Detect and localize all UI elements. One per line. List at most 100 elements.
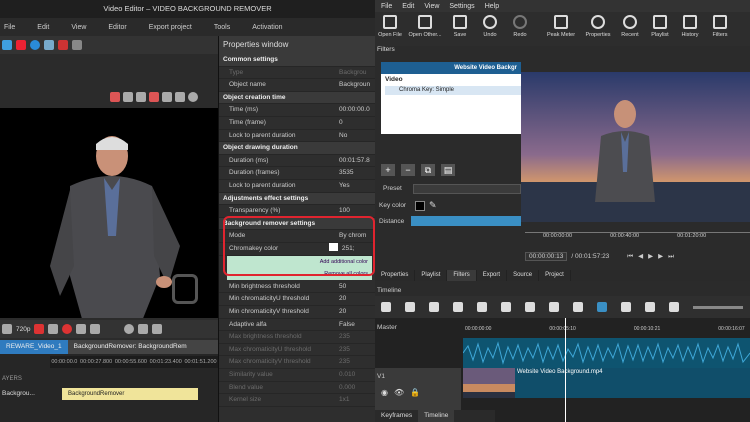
property-row[interactable]: Lock to parent duration Yes: [219, 180, 376, 193]
property-value[interactable]: 0.000: [337, 382, 376, 394]
recent-button[interactable]: Recent: [615, 15, 645, 38]
property-row[interactable]: Object name Backgroun: [219, 79, 376, 92]
next-frame-icon[interactable]: [90, 324, 101, 334]
property-row[interactable]: Lock to parent duration No: [219, 130, 376, 143]
history-button[interactable]: History: [675, 15, 705, 38]
add-filter-button[interactable]: +: [381, 164, 395, 176]
prev-frame-icon[interactable]: [76, 324, 87, 334]
new-icon[interactable]: [2, 40, 12, 50]
track-name[interactable]: Backgrou...: [2, 390, 50, 397]
key-color-swatch[interactable]: [415, 201, 425, 211]
menu-settings[interactable]: Settings: [449, 3, 474, 10]
peak-meter-button[interactable]: Peak Meter: [541, 15, 581, 38]
tab-project[interactable]: Project: [539, 270, 571, 281]
mark-icon[interactable]: [152, 324, 163, 334]
paste-icon[interactable]: [453, 302, 463, 312]
record-button-icon[interactable]: [62, 324, 73, 334]
menu-file[interactable]: File: [381, 3, 392, 10]
menu-file[interactable]: File: [4, 24, 15, 31]
property-value[interactable]: 235: [337, 344, 376, 356]
menu-editor[interactable]: Editor: [108, 24, 126, 31]
property-value[interactable]: False: [337, 319, 376, 331]
property-row[interactable]: Time (frame) 0: [219, 117, 376, 130]
tab-properties[interactable]: Properties: [375, 270, 416, 281]
redo-icon[interactable]: [72, 40, 82, 50]
track-controls-icon[interactable]: ◉👁🔒: [381, 388, 426, 397]
property-row[interactable]: Min chromaticityV threshold 20: [219, 306, 376, 319]
properties-button[interactable]: Properties: [581, 15, 615, 38]
menu-edit[interactable]: Edit: [402, 3, 414, 10]
menu-icon[interactable]: [381, 302, 391, 312]
paste-filter-button[interactable]: ▤: [441, 164, 455, 176]
property-value[interactable]: 00:00:00.0: [337, 104, 376, 116]
menu-view[interactable]: View: [424, 3, 439, 10]
distance-slider[interactable]: [411, 216, 521, 226]
cut-icon[interactable]: [138, 324, 149, 334]
transport-buttons-icon[interactable]: ⏮◀▶▶⏭: [627, 252, 679, 261]
lift-icon[interactable]: [525, 302, 535, 312]
menu-export[interactable]: Export project: [149, 24, 192, 31]
tab-export[interactable]: Export: [477, 270, 508, 281]
stop-icon[interactable]: [48, 324, 59, 334]
property-value[interactable]: Backgrou: [337, 67, 376, 79]
preset-select[interactable]: [413, 184, 521, 194]
property-value[interactable]: 20: [337, 306, 376, 318]
snap-icon[interactable]: [149, 92, 159, 102]
tab-source[interactable]: Source: [507, 270, 540, 281]
menu-tools[interactable]: Tools: [214, 24, 230, 31]
zoom-icon[interactable]: [2, 324, 12, 334]
tab-keyframes[interactable]: Keyframes: [375, 410, 418, 422]
property-row[interactable]: Max chromaticityU threshold 235: [219, 344, 376, 357]
record-icon[interactable]: [30, 40, 40, 50]
property-value[interactable]: No: [337, 130, 376, 142]
property-value[interactable]: 235: [337, 331, 376, 343]
copy-icon[interactable]: [429, 302, 439, 312]
filters-button[interactable]: Filters: [705, 15, 735, 38]
zoom-slider[interactable]: [693, 305, 743, 309]
playlist-button[interactable]: Playlist: [645, 15, 675, 38]
property-value[interactable]: Backgroun: [337, 79, 376, 91]
property-value[interactable]: 1x1: [337, 394, 376, 406]
remove-filter-button[interactable]: −: [401, 164, 415, 176]
property-value[interactable]: 235: [337, 356, 376, 368]
property-row[interactable]: Duration (ms) 00:01:57.8: [219, 155, 376, 168]
property-row[interactable]: Duration (frames) 3535: [219, 167, 376, 180]
settings-icon[interactable]: [188, 92, 198, 102]
property-value[interactable]: 50: [337, 281, 376, 293]
preview-area[interactable]: [0, 108, 218, 318]
property-row[interactable]: Min chromaticityU threshold 20: [219, 293, 376, 306]
tab-filters[interactable]: Filters: [447, 270, 477, 281]
property-row[interactable]: Type Backgrou: [219, 67, 376, 80]
clock-icon[interactable]: [124, 324, 135, 334]
align-icon[interactable]: [123, 92, 133, 102]
snap-icon[interactable]: [597, 302, 607, 312]
property-value[interactable]: 0.010: [337, 369, 376, 381]
grid-icon[interactable]: [44, 40, 54, 50]
undo-icon[interactable]: [58, 40, 68, 50]
cut-icon[interactable]: [405, 302, 415, 312]
zoom-select[interactable]: 720p: [16, 326, 30, 333]
append-icon[interactable]: [477, 302, 487, 312]
align2-icon[interactable]: [136, 92, 146, 102]
eyedropper-icon[interactable]: ✎: [429, 200, 437, 211]
tab-background-remover[interactable]: BackgroundRemover: BackgroundRem: [68, 340, 193, 354]
menu-help[interactable]: Help: [485, 3, 499, 10]
current-timecode[interactable]: 00:00:00:13: [525, 251, 568, 261]
property-row[interactable]: Blend value 0.000: [219, 382, 376, 395]
property-row[interactable]: Max chromaticityV threshold 235: [219, 356, 376, 369]
property-row[interactable]: Kernel size 1x1: [219, 394, 376, 407]
open-file-button[interactable]: Open File: [375, 15, 405, 38]
property-row[interactable]: Min brightness threshold 50: [219, 281, 376, 294]
remove-icon[interactable]: [501, 302, 511, 312]
play-icon[interactable]: [34, 324, 45, 334]
tab-project[interactable]: REWARE_Video_1: [0, 340, 68, 354]
property-value[interactable]: 00:01:57.8: [337, 155, 376, 167]
overwrite-icon[interactable]: [549, 302, 559, 312]
menu-activation[interactable]: Activation: [252, 24, 282, 31]
property-row[interactable]: Similarity value 0.010: [219, 369, 376, 382]
zoom-out-icon[interactable]: [669, 302, 679, 312]
delete-icon[interactable]: [16, 40, 26, 50]
crop-icon[interactable]: [110, 92, 120, 102]
property-row[interactable]: Max brightness threshold 235: [219, 331, 376, 344]
audio-waveform[interactable]: [462, 338, 750, 368]
